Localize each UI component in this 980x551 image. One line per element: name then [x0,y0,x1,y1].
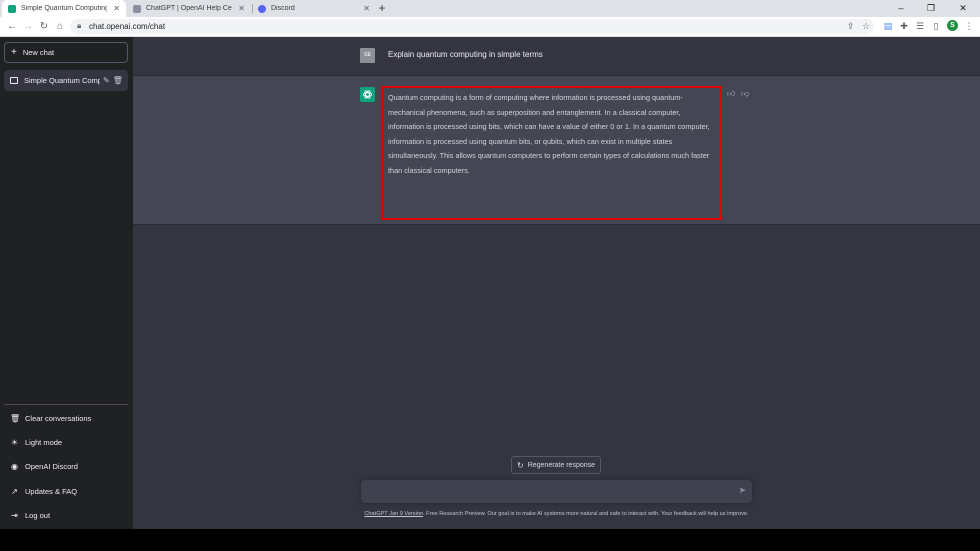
footer-disclaimer: ChatGPT Jan 9 Version. Free Research Pre… [133,511,980,517]
regenerate-response-button[interactable]: ↻ Regenerate response [511,456,601,474]
url-text: chat.openai.com/chat [89,22,166,31]
footer-text: . Free Research Preview. Our goal is to … [423,511,749,517]
new-tab-button[interactable]: + [376,0,388,17]
discord-favicon-icon [258,4,266,13]
sidebar: + New chat Simple Quantum Comp ✎ 🗑︎ 🗑︎ C… [0,37,133,529]
browser-menu-icon[interactable]: ⋮ [963,20,975,33]
reload-icon[interactable]: ↻ [37,19,51,35]
message-input[interactable]: ➤ [361,480,752,503]
minimize-window-icon[interactable]: – [886,0,916,17]
tab-title: Simple Quantum Computing Exp [21,5,108,12]
conversation-title: Simple Quantum Comp [24,76,100,85]
plus-icon: + [11,47,17,58]
close-tab-icon[interactable]: ✕ [113,4,120,13]
openai-discord-link[interactable]: ◉ OpenAI Discord [4,456,128,476]
home-icon[interactable]: ⌂ [53,19,67,35]
thumbs-down-icon[interactable]: 👎︎ [741,89,749,99]
close-window-icon[interactable]: ✕ [948,0,978,17]
new-chat-label: New chat [22,48,55,57]
profile-avatar[interactable]: S [947,20,958,31]
tab-simple-quantum-computing[interactable]: Simple Quantum Computing Exp ✕ [2,0,126,17]
light-mode-link[interactable]: ☀ Light mode [4,432,128,452]
user-avatar: SE [360,48,375,63]
discord-icon: ◉ [11,461,18,471]
sidebar-divider [4,404,128,405]
openai-logo-icon [360,87,375,102]
clear-conversations-link[interactable]: 🗑︎ Clear conversations [4,408,128,428]
send-icon[interactable]: ➤ [738,485,746,496]
tab-title: Discord [271,5,295,12]
back-arrow-icon[interactable]: ← [5,19,19,35]
close-tab-icon[interactable]: ✕ [238,4,245,13]
tab-discord[interactable]: Discord ✕ [252,0,376,17]
updates-faq-link[interactable]: ↗ Updates & FAQ [4,481,128,501]
browser-toolbar: ← → ↻ ⌂ 🔒︎ chat.openai.com/chat ⇪ ☆ ▤ ✚ … [0,17,980,37]
assistant-message-row: Quantum computing is a form of computing… [133,76,980,225]
thumbs-up-icon[interactable]: 👍︎ [727,89,735,99]
sidebar-conversation-item[interactable]: Simple Quantum Comp ✎ 🗑︎ [4,70,128,91]
log-out-link[interactable]: ⇥ Log out [4,505,128,525]
browser-tab-strip: Simple Quantum Computing Exp ✕ ChatGPT |… [0,0,980,17]
trash-icon: 🗑︎ [10,413,21,423]
bookmark-star-icon[interactable]: ☆ [862,20,870,33]
restore-window-icon[interactable]: ❐ [916,0,946,17]
version-link[interactable]: ChatGPT Jan 9 Version [364,511,423,517]
tab-openai-help-center[interactable]: ChatGPT | OpenAI Help Center ✕ [127,0,251,17]
side-panel-icon[interactable]: ▯ [930,20,942,33]
light-mode-label: Light mode [25,437,63,447]
tab-title: ChatGPT | OpenAI Help Center [146,5,232,12]
assistant-message: Quantum computing is a form of computing… [381,86,722,220]
share-icon[interactable]: ⇪ [847,20,855,33]
regenerate-label: Regenerate response [527,461,596,469]
close-tab-icon[interactable]: ✕ [363,4,370,13]
clear-conversations-label: Clear conversations [25,413,92,423]
chat-bubble-icon [10,77,18,84]
address-bar[interactable]: 🔒︎ chat.openai.com/chat ⇪ ☆ [70,19,874,34]
forward-arrow-icon[interactable]: → [21,19,35,35]
reading-list-icon[interactable]: ☰ [914,20,926,33]
lock-icon[interactable]: 🔒︎ [77,21,81,31]
updates-faq-label: Updates & FAQ [25,486,78,496]
taskbar [0,529,980,551]
trash-icon[interactable]: 🗑︎ [113,76,123,85]
user-message-row: SE Explain quantum computing in simple t… [133,37,980,76]
extensions-puzzle-icon[interactable]: ✚ [898,20,910,33]
help-center-favicon-icon [133,4,141,13]
extension-docs-icon[interactable]: ▤ [882,20,894,33]
chatgpt-favicon-icon [8,4,16,13]
log-out-label: Log out [25,510,51,520]
chat-main: SE Explain quantum computing in simple t… [133,37,980,529]
user-message: Explain quantum computing in simple term… [388,50,543,59]
edit-pencil-icon[interactable]: ✎ [103,76,110,85]
sun-icon: ☀ [10,437,19,447]
openai-discord-label: OpenAI Discord [25,461,78,471]
logout-icon: ⇥ [11,510,18,520]
new-chat-button[interactable]: + New chat [4,42,128,63]
external-link-icon: ↗ [11,486,18,496]
refresh-icon: ↻ [516,460,524,470]
